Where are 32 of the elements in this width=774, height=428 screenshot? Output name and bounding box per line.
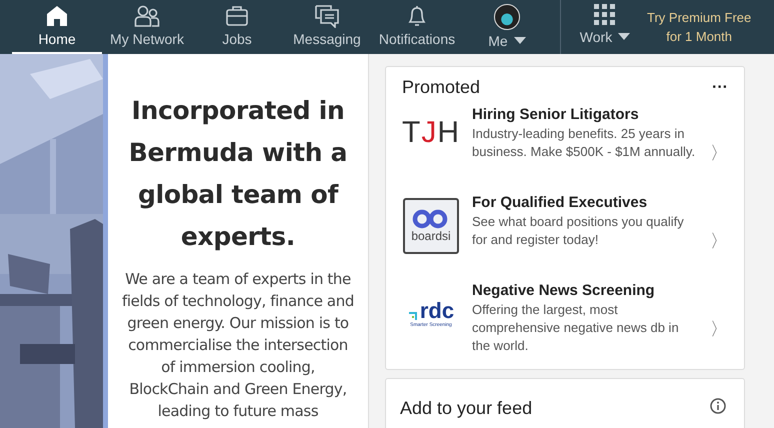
- nav-item[interactable]: Messaging: [282, 0, 372, 54]
- avatar-icon: [494, 4, 520, 30]
- ad-title-link[interactable]: For Qualified Executives: [472, 194, 698, 211]
- more-options-button[interactable]: ···: [712, 78, 728, 96]
- briefcase-icon: [225, 4, 249, 28]
- chat-icon: [314, 4, 340, 28]
- people-icon: [134, 4, 160, 28]
- ad-description: See what board positions you qualify for and register today!: [472, 213, 685, 249]
- chevron-icon[interactable]: 〉: [710, 141, 728, 165]
- grid-icon: [594, 4, 616, 26]
- bracket-icon: [408, 310, 420, 322]
- nav-item[interactable]: Me: [462, 0, 552, 54]
- ad-title-link[interactable]: Hiring Senior Litigators: [472, 106, 698, 123]
- ad-description: Offering the largest, most comprehensive negative news db in the world.: [472, 301, 680, 355]
- info-icon[interactable]: [710, 398, 726, 414]
- nav-item[interactable]: Notifications: [372, 0, 462, 54]
- nav-item[interactable]: My Network: [102, 0, 192, 54]
- chevron-icon[interactable]: 〉: [710, 317, 728, 341]
- nav-item[interactable]: Jobs: [192, 0, 282, 54]
- home-icon: [45, 4, 69, 28]
- ad-description: Industry-leading benefits. 25 years in business. Make $500K - $1M annually.: [472, 125, 696, 161]
- work-menu[interactable]: Work: [567, 0, 643, 54]
- ad-title-link[interactable]: Negative News Screening: [472, 282, 698, 299]
- post-body-text: We are a team of experts in the fields of technology, finance and green energy. Our mission is to commercialise the intersection of immersion cooling, BlockChain and Green Energy, leading to future mass: [122, 269, 354, 422]
- logo-text: rdc: [420, 300, 454, 322]
- card-title: Add to your feed: [400, 398, 532, 419]
- chevron-icon[interactable]: 〉: [710, 229, 728, 253]
- logo-text: boardsi: [411, 229, 451, 243]
- card-title: Promoted: [402, 77, 480, 98]
- logo-text: TJH: [402, 116, 460, 150]
- post-headline: Incorporated in Bermuda with a global team of experts.: [128, 95, 348, 253]
- premium-link[interactable]: Try Premium Free for 1 Month: [643, 0, 752, 54]
